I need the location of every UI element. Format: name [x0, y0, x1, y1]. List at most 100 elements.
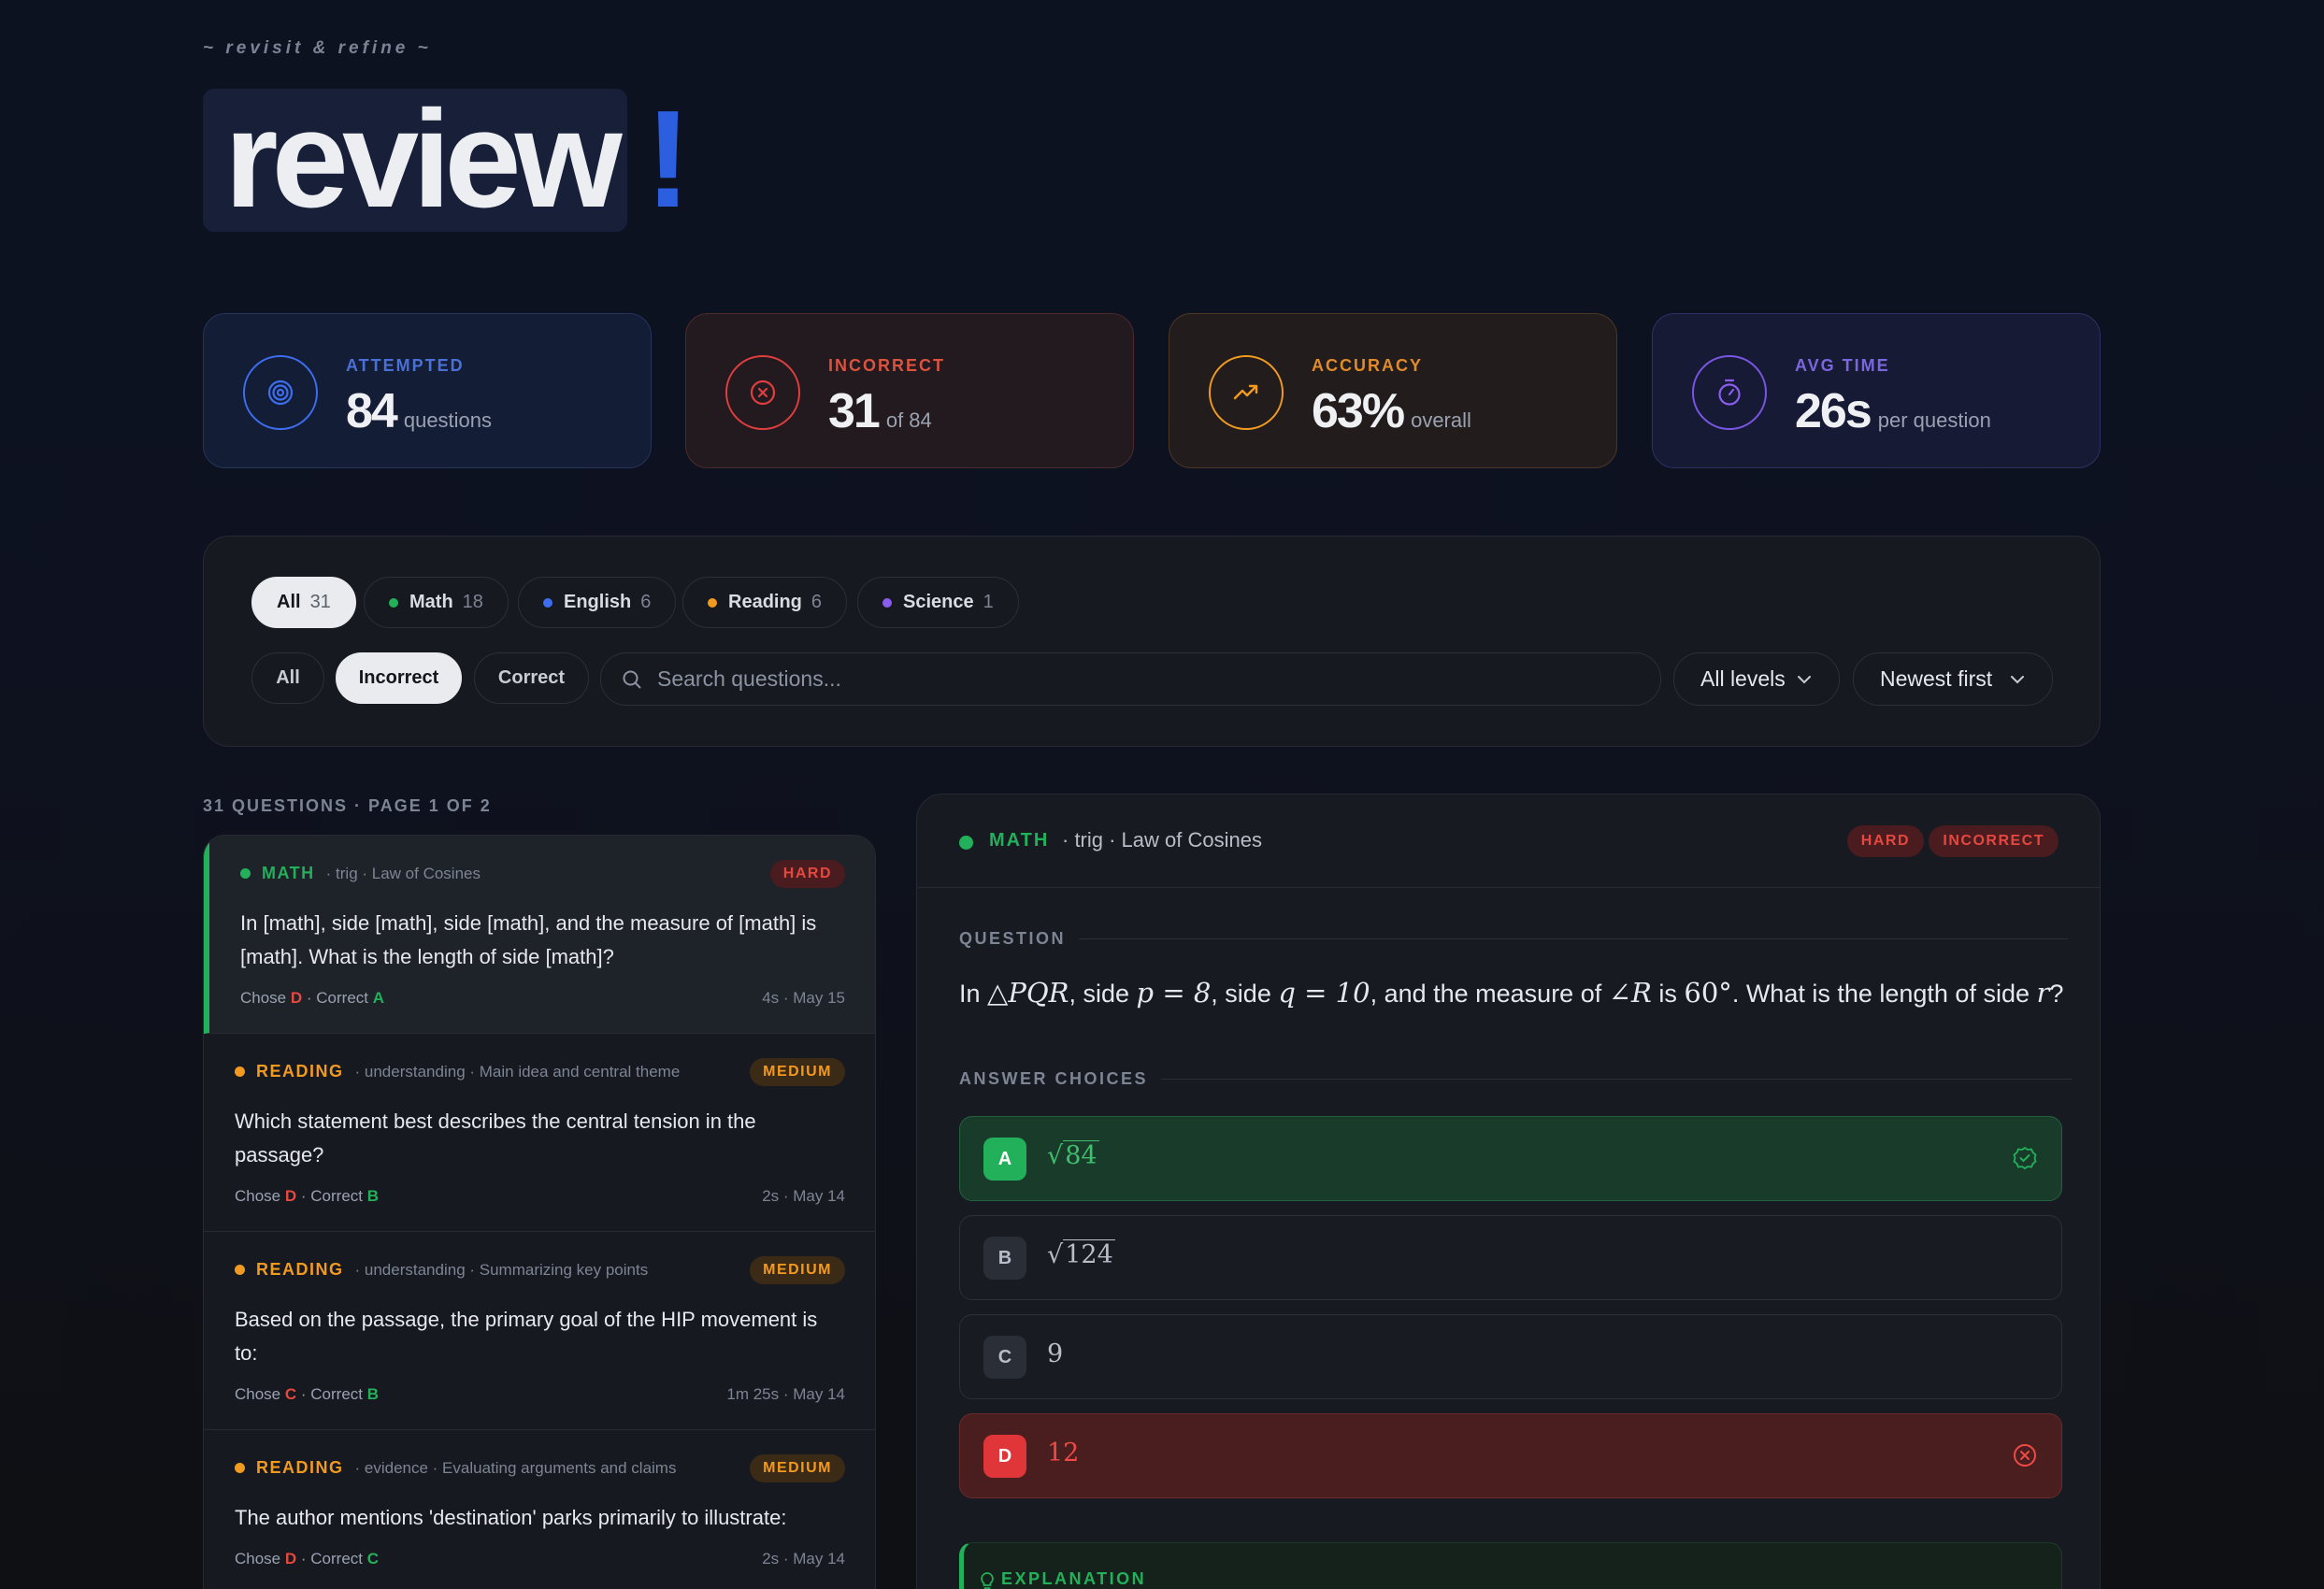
subject-chip-reading[interactable]: Reading 6 [682, 577, 848, 628]
lightbulb-icon [981, 1572, 994, 1589]
detail-subject: MATH [989, 830, 1050, 851]
item-question: Based on the passage, the primary goal o… [235, 1308, 818, 1365]
question-heading: QUESTION [959, 929, 2069, 949]
difficulty-badge: HARD [769, 860, 845, 888]
list-item[interactable]: MATH · trig · Law of Cosines HARD In [mat… [204, 836, 875, 1034]
detail-topic: · trig · Law of Cosines [1062, 828, 1262, 852]
search-icon [623, 670, 641, 688]
subject-dot-icon [240, 868, 251, 879]
list-heading: 31 QUESTIONS · PAGE 1 OF 2 [203, 796, 492, 815]
answer-choice-b[interactable]: B √124 [959, 1215, 2062, 1300]
item-answer-summary: Chose D · Correct A [240, 989, 385, 1007]
list-item[interactable]: READING · understanding · Main idea and c… [204, 1034, 875, 1232]
subject-chip-english[interactable]: English 6 [518, 577, 677, 628]
english-dot-icon [543, 597, 552, 608]
question-text: In △PQR, side p = 8, side q = 10, and th… [959, 977, 2064, 1009]
check-circle-icon [2013, 1146, 2037, 1170]
difficulty-badge: MEDIUM [750, 1058, 845, 1086]
item-time: 2s · May 14 [762, 1550, 845, 1568]
choice-letter: C [983, 1336, 1026, 1379]
difficulty-badge: MEDIUM [750, 1256, 845, 1284]
item-time: 4s · May 15 [762, 989, 845, 1007]
level-select-value: All levels [1700, 666, 1786, 691]
question-detail: MATH · trig · Law of Cosines HARD INCORR… [916, 794, 2101, 1589]
item-answer-summary: Chose D · Correct B [235, 1187, 380, 1205]
item-topic: · understanding · Main idea and central … [354, 1062, 681, 1081]
stat-avg-time: AVG TIME 26s per question [1652, 313, 2101, 468]
list-item[interactable]: READING · understanding · Summarizing key… [204, 1232, 875, 1430]
item-subject: READING [256, 1458, 344, 1477]
target-icon [243, 355, 318, 430]
answer-choice-c[interactable]: C 9 [959, 1314, 2062, 1399]
item-question: In [math], side [math], side [math], and… [240, 911, 817, 968]
subject-chip-all[interactable]: All 31 [251, 577, 356, 628]
trending-up-icon [1209, 355, 1284, 430]
difficulty-badge: MEDIUM [750, 1454, 845, 1482]
x-circle-icon [725, 355, 800, 430]
result-filter-all[interactable]: All [251, 652, 324, 704]
stat-value: 63% overall [1312, 384, 1471, 438]
tagline: ~ revisit & refine ~ [203, 38, 432, 58]
page-title: review [224, 82, 623, 236]
subject-dot-icon [235, 1463, 245, 1473]
choice-value: 9 [1047, 1339, 1064, 1368]
choice-value: 12 [1047, 1439, 1080, 1467]
stat-label: INCORRECT [828, 356, 945, 375]
answer-choice-a[interactable]: A √84 [959, 1116, 2062, 1201]
difficulty-badge: HARD [1846, 825, 1924, 857]
stat-value: 84 questions [346, 384, 493, 438]
subject-dot-icon [235, 1066, 245, 1077]
filter-panel: All 31 Math 18 English 6 Reading 6 Science 1 … [203, 536, 2101, 747]
list-item[interactable]: READING · evidence · Evaluating arguments… [204, 1430, 875, 1589]
search-placeholder: Search questions... [657, 666, 841, 691]
explanation-panel: EXPLANATION [959, 1542, 2062, 1589]
choice-letter: A [983, 1138, 1026, 1181]
item-time: 2s · May 14 [762, 1187, 845, 1205]
stat-attempted: ATTEMPTED 84 questions [203, 313, 652, 468]
search-input[interactable]: Search questions... [600, 652, 1661, 706]
stat-label: AVG TIME [1795, 356, 1890, 375]
item-answer-summary: Chose C · Correct B [235, 1385, 380, 1403]
stat-accuracy: ACCURACY 63% overall [1169, 313, 1617, 468]
chevron-down-icon [1798, 675, 1811, 683]
choice-value: √124 [1047, 1239, 1115, 1269]
math-dot-icon [389, 597, 398, 608]
stat-label: ATTEMPTED [346, 356, 465, 375]
result-filter-incorrect[interactable]: Incorrect [336, 652, 462, 704]
status-badge: INCORRECT [1929, 825, 2059, 857]
science-dot-icon [882, 597, 892, 608]
detail-header: MATH · trig · Law of Cosines HARD INCORR… [917, 794, 2100, 888]
item-subject: READING [256, 1260, 344, 1279]
stat-value: 26s per question [1795, 384, 1991, 438]
answer-choice-d[interactable]: D 12 [959, 1413, 2062, 1498]
explanation-heading: EXPLANATION [1001, 1569, 1147, 1588]
choice-letter: B [983, 1237, 1026, 1280]
item-topic: · trig · Law of Cosines [325, 864, 481, 882]
chevron-down-icon [2011, 675, 2024, 683]
choice-value: √84 [1047, 1140, 1099, 1170]
item-question: The author mentions 'destination' parks … [235, 1506, 787, 1529]
answers-heading: ANSWER CHOICES [959, 1069, 2073, 1089]
subject-dot-icon [235, 1265, 245, 1275]
item-subject: MATH [262, 864, 315, 882]
page-title-bang: ! [645, 82, 692, 236]
sort-select[interactable]: Newest first [1853, 652, 2053, 706]
subject-dot-icon [959, 836, 973, 850]
reading-dot-icon [708, 597, 717, 608]
sort-select-value: Newest first [1880, 666, 1993, 691]
item-question: Which statement best describes the centr… [235, 1109, 756, 1167]
stopwatch-icon [1692, 355, 1767, 430]
item-time: 1m 25s · May 14 [726, 1385, 845, 1403]
level-select[interactable]: All levels [1673, 652, 1840, 706]
choice-letter: D [983, 1435, 1026, 1478]
item-answer-summary: Chose D · Correct C [235, 1550, 380, 1568]
x-circle-icon [2014, 1444, 2036, 1467]
stat-label: ACCURACY [1312, 356, 1423, 375]
subject-chip-science[interactable]: Science 1 [857, 577, 1019, 628]
stat-incorrect: INCORRECT 31 of 84 [685, 313, 1134, 468]
result-filter-correct[interactable]: Correct [474, 652, 589, 704]
item-subject: READING [256, 1062, 344, 1081]
subject-chip-math[interactable]: Math 18 [364, 577, 509, 628]
item-topic: · understanding · Summarizing key points [354, 1260, 649, 1279]
stat-value: 31 of 84 [828, 384, 932, 438]
